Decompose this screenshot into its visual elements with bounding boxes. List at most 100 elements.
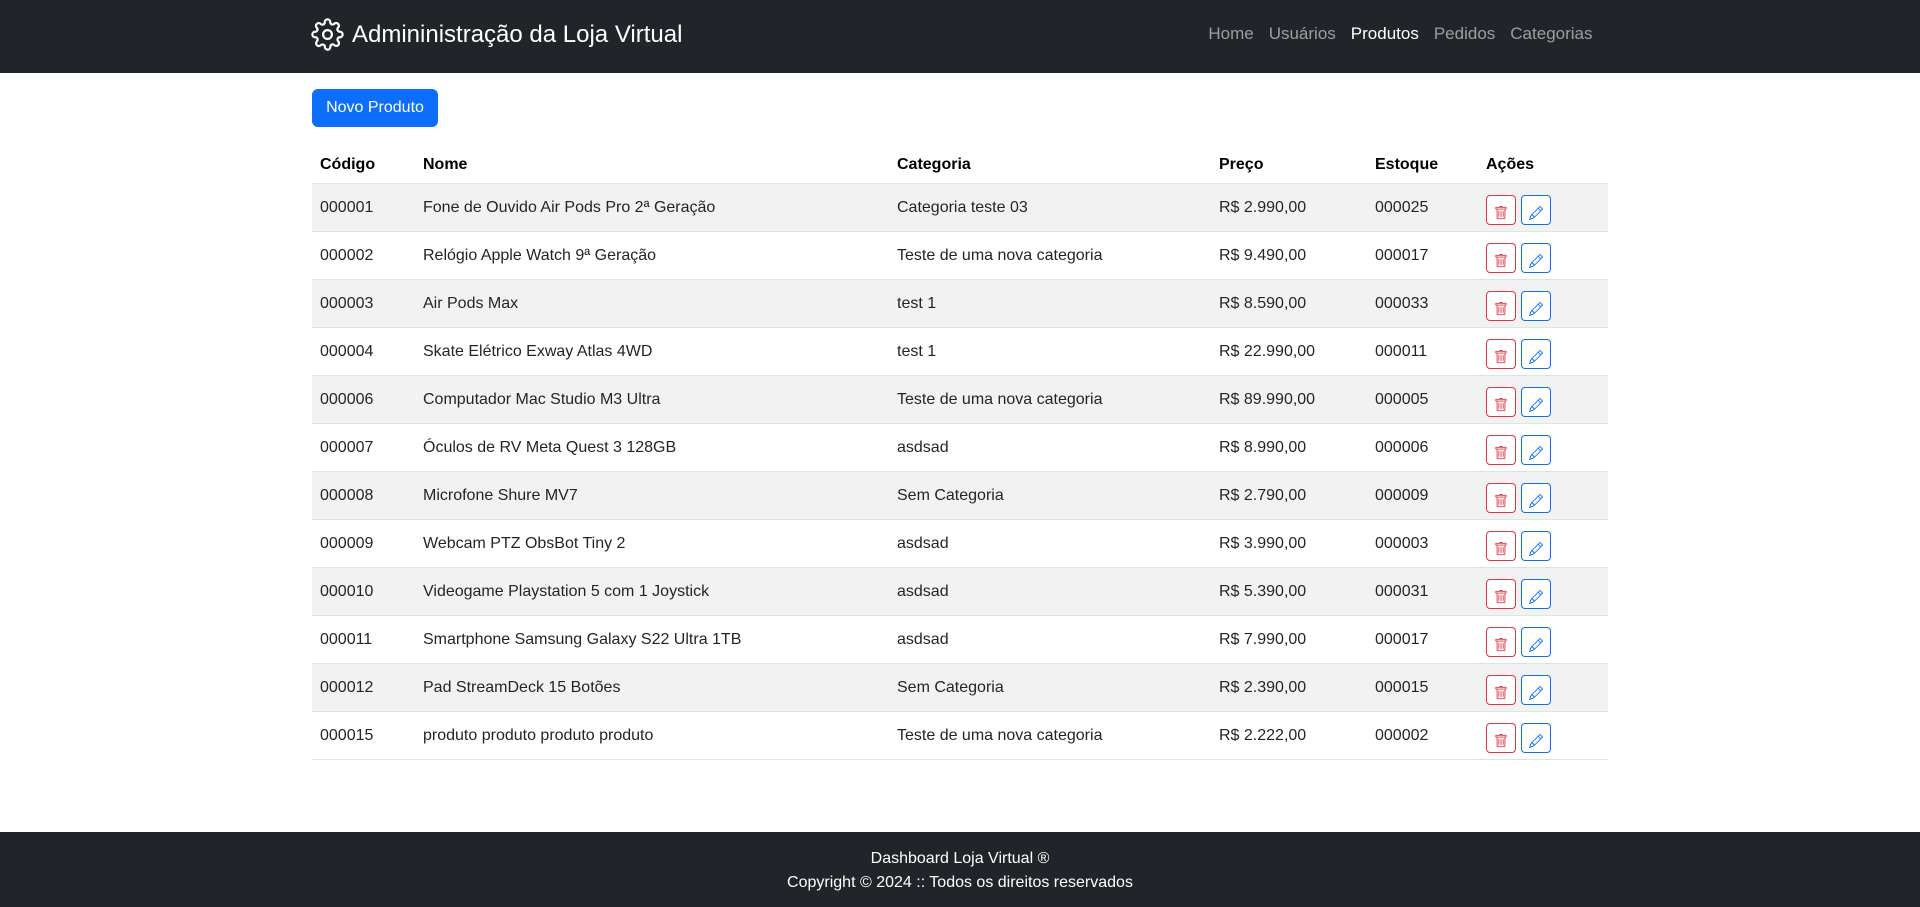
pencil-icon bbox=[1522, 686, 1550, 700]
cell-category: asdsad bbox=[889, 423, 1211, 472]
cell-price: R$ 8.590,00 bbox=[1211, 279, 1367, 328]
delete-button[interactable] bbox=[1486, 290, 1516, 321]
cell-code: 000015 bbox=[312, 711, 415, 760]
edit-button[interactable] bbox=[1521, 242, 1551, 273]
trash-icon bbox=[1487, 734, 1515, 748]
cell-name: Webcam PTZ ObsBot Tiny 2 bbox=[415, 519, 889, 568]
nav-link-pedidos[interactable]: Pedidos bbox=[1426, 24, 1502, 44]
main-nav: Home Usuários Produtos Pedidos Categoria… bbox=[1201, 0, 1600, 67]
pencil-icon bbox=[1522, 254, 1550, 268]
delete-button[interactable] bbox=[1486, 674, 1516, 705]
footer: Dashboard Loja Virtual ® Copyright © 202… bbox=[0, 832, 1920, 907]
trash-icon bbox=[1487, 350, 1515, 364]
cell-code: 000006 bbox=[312, 375, 415, 424]
edit-button[interactable] bbox=[1521, 578, 1551, 609]
nav-link-categorias[interactable]: Categorias bbox=[1503, 24, 1600, 44]
pencil-icon bbox=[1522, 638, 1550, 652]
brand[interactable]: Admininistração da Loja Virtual bbox=[311, 0, 682, 69]
cell-stock: 000033 bbox=[1367, 279, 1478, 328]
table-header-row: Código Nome Categoria Preço Estoque Açõe… bbox=[312, 147, 1608, 184]
delete-button[interactable] bbox=[1486, 386, 1516, 417]
footer-title: Dashboard Loja Virtual ® bbox=[870, 850, 1050, 867]
cell-category: Sem Categoria bbox=[889, 663, 1211, 712]
delete-button[interactable] bbox=[1486, 194, 1516, 225]
delete-button[interactable] bbox=[1486, 482, 1516, 513]
cell-stock: 000031 bbox=[1367, 567, 1478, 616]
cell-category: test 1 bbox=[889, 327, 1211, 376]
cell-price: R$ 9.490,00 bbox=[1211, 231, 1367, 280]
delete-button[interactable] bbox=[1486, 626, 1516, 657]
cell-code: 000002 bbox=[312, 231, 415, 280]
delete-button[interactable] bbox=[1486, 722, 1516, 753]
cell-actions bbox=[1478, 711, 1608, 760]
trash-icon bbox=[1487, 494, 1515, 508]
table-row: 000003 Air Pods Max test 1 R$ 8.590,00 00003… bbox=[312, 279, 1608, 328]
cell-stock: 000015 bbox=[1367, 663, 1478, 712]
trash-icon bbox=[1487, 686, 1515, 700]
nav-link-home[interactable]: Home bbox=[1201, 24, 1261, 44]
cell-name: Computador Mac Studio M3 Ultra bbox=[415, 375, 889, 424]
column-header-codigo: Código bbox=[312, 147, 415, 184]
table-row: 000008 Microfone Shure MV7 Sem Categoria R$… bbox=[312, 471, 1608, 520]
nav-link-usuarios[interactable]: Usuários bbox=[1261, 24, 1343, 44]
edit-button[interactable] bbox=[1521, 722, 1551, 753]
edit-button[interactable] bbox=[1521, 674, 1551, 705]
cell-code: 000011 bbox=[312, 615, 415, 664]
cell-actions bbox=[1478, 567, 1608, 616]
table-row: 000006 Computador Mac Studio M3 Ultra Test… bbox=[312, 375, 1608, 424]
cell-name: Pad StreamDeck 15 Botões bbox=[415, 663, 889, 712]
edit-button[interactable] bbox=[1521, 626, 1551, 657]
edit-button[interactable] bbox=[1521, 482, 1551, 513]
delete-button[interactable] bbox=[1486, 338, 1516, 369]
table-row: 000001 Fone de Ouvido Air Pods Pro 2ª Ger… bbox=[312, 183, 1608, 232]
cell-price: R$ 7.990,00 bbox=[1211, 615, 1367, 664]
new-product-button[interactable]: Novo Produto bbox=[312, 89, 438, 127]
cell-code: 000008 bbox=[312, 471, 415, 520]
cell-actions bbox=[1478, 663, 1608, 712]
cell-name: Relógio Apple Watch 9ª Geração bbox=[415, 231, 889, 280]
trash-icon bbox=[1487, 638, 1515, 652]
cell-price: R$ 3.990,00 bbox=[1211, 519, 1367, 568]
delete-button[interactable] bbox=[1486, 242, 1516, 273]
edit-button[interactable] bbox=[1521, 338, 1551, 369]
footer-copyright: Copyright © 2024 :: Todos os direitos re… bbox=[787, 874, 1133, 891]
cell-stock: 000011 bbox=[1367, 327, 1478, 376]
column-header-nome: Nome bbox=[415, 147, 889, 184]
cell-category: asdsad bbox=[889, 615, 1211, 664]
top-navbar: Admininistração da Loja Virtual Home Usu… bbox=[0, 0, 1920, 73]
edit-button[interactable] bbox=[1521, 386, 1551, 417]
cell-actions bbox=[1478, 519, 1608, 568]
cell-category: Categoria teste 03 bbox=[889, 183, 1211, 232]
cell-actions bbox=[1478, 231, 1608, 280]
pencil-icon bbox=[1522, 398, 1550, 412]
nav-link-produtos[interactable]: Produtos bbox=[1343, 24, 1426, 44]
trash-icon bbox=[1487, 254, 1515, 268]
cell-price: R$ 2.222,00 bbox=[1211, 711, 1367, 760]
cell-category: Teste de uma nova categoria bbox=[889, 711, 1211, 760]
trash-icon bbox=[1487, 446, 1515, 460]
edit-button[interactable] bbox=[1521, 434, 1551, 465]
edit-button[interactable] bbox=[1521, 530, 1551, 561]
cell-name: Skate Elétrico Exway Atlas 4WD bbox=[415, 327, 889, 376]
cell-actions bbox=[1478, 183, 1608, 232]
edit-button[interactable] bbox=[1521, 194, 1551, 225]
gear-icon bbox=[311, 18, 344, 51]
column-header-estoque: Estoque bbox=[1367, 147, 1478, 184]
cell-code: 000010 bbox=[312, 567, 415, 616]
delete-button[interactable] bbox=[1486, 530, 1516, 561]
table-row: 000004 Skate Elétrico Exway Atlas 4WD test… bbox=[312, 327, 1608, 376]
cell-price: R$ 2.390,00 bbox=[1211, 663, 1367, 712]
edit-button[interactable] bbox=[1521, 290, 1551, 321]
pencil-icon bbox=[1522, 350, 1550, 364]
table-row: 000015 produto produto produto produto Tes… bbox=[312, 711, 1608, 760]
cell-price: R$ 5.390,00 bbox=[1211, 567, 1367, 616]
pencil-icon bbox=[1522, 446, 1550, 460]
column-header-categoria: Categoria bbox=[889, 147, 1211, 184]
cell-name: Microfone Shure MV7 bbox=[415, 471, 889, 520]
cell-category: test 1 bbox=[889, 279, 1211, 328]
cell-name: Smartphone Samsung Galaxy S22 Ultra 1TB bbox=[415, 615, 889, 664]
cell-category: Teste de uma nova categoria bbox=[889, 231, 1211, 280]
delete-button[interactable] bbox=[1486, 578, 1516, 609]
table-row: 000011 Smartphone Samsung Galaxy S22 Ultr… bbox=[312, 615, 1608, 664]
delete-button[interactable] bbox=[1486, 434, 1516, 465]
